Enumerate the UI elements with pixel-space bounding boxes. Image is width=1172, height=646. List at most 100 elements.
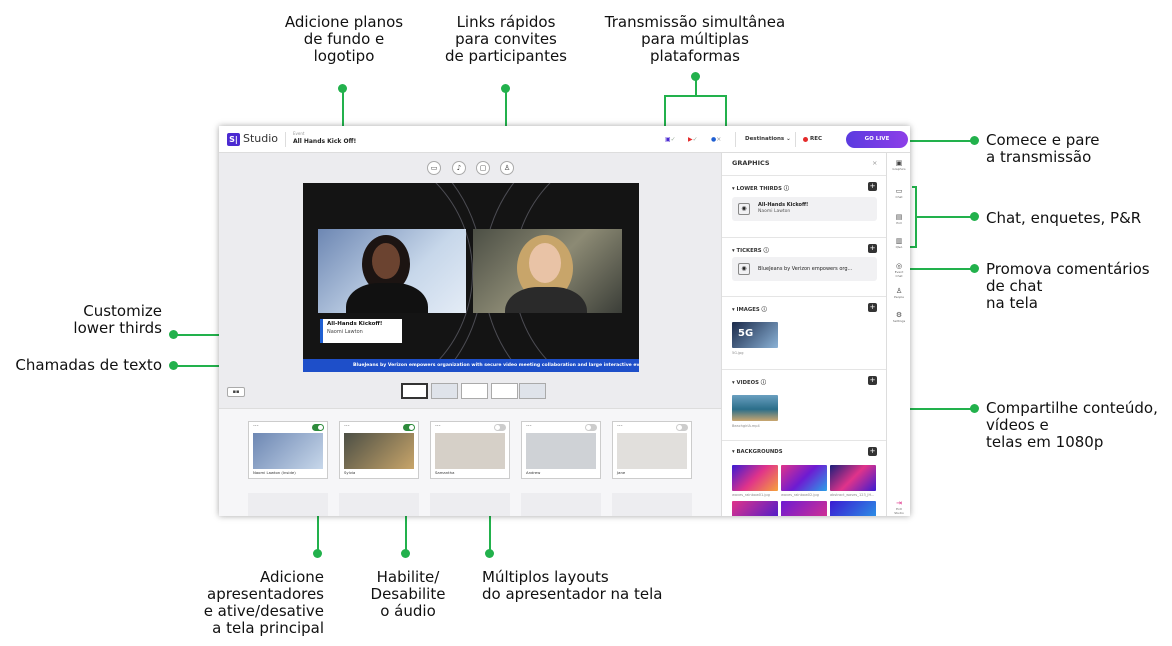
- rec-button[interactable]: REC: [810, 136, 822, 142]
- platform-facebook-icon[interactable]: ●×: [711, 136, 721, 143]
- add-ticker-button[interactable]: +: [868, 244, 877, 253]
- layout-full[interactable]: [519, 383, 546, 399]
- rail-chat[interactable]: ▭ Chat: [891, 187, 907, 199]
- add-image-button[interactable]: +: [868, 303, 877, 312]
- rail-qa[interactable]: ▥ Q&A: [891, 237, 907, 249]
- rail-label: Chat: [895, 195, 903, 199]
- ticker-card[interactable]: ◉ BlueJeans by Verizon empowers org...: [732, 257, 877, 281]
- presenter-tile[interactable]: ··· Naomi Lawton (Inside): [248, 421, 328, 479]
- section-label: IMAGES: [736, 307, 760, 313]
- main-screen-toggle[interactable]: [403, 424, 415, 431]
- layout-pip[interactable]: [491, 383, 518, 399]
- presenter-tile[interactable]: ··· Andrew: [521, 421, 601, 479]
- background-thumbnail[interactable]: [781, 465, 827, 491]
- presenter-tile[interactable]: ··· Sylvia: [339, 421, 419, 479]
- connector-dot: [970, 136, 979, 145]
- background-thumbnail[interactable]: [732, 501, 778, 516]
- screen-share-icon[interactable]: ▢: [476, 161, 490, 175]
- add-video-button[interactable]: +: [868, 376, 877, 385]
- stage-view-toggle-icon[interactable]: ▪▪: [227, 387, 245, 397]
- background-thumbnail[interactable]: [830, 465, 876, 491]
- top-bar: S| Studio Event All Hands Kick Off! ▣✓ ▶…: [219, 126, 910, 153]
- connector-dot: [401, 549, 410, 558]
- presenter-tile-video: [344, 433, 414, 469]
- presenter-video-2: [473, 229, 622, 313]
- empty-slot: [339, 493, 419, 516]
- main-screen-toggle[interactable]: [494, 424, 506, 431]
- lower-third-overlay: All-Hands Kickoff! Naomi Lawton: [320, 319, 402, 343]
- right-rail: ▣ Graphics ▭ Chat ▤ Poll ▥ Q&A ◎ Event Chat ♙…: [886, 153, 910, 516]
- presenter-tile-video: [435, 433, 505, 469]
- background-thumbnail[interactable]: [830, 501, 876, 516]
- eye-icon[interactable]: ◉: [738, 263, 750, 275]
- rail-label: Poll: [896, 221, 902, 225]
- close-icon[interactable]: ×: [872, 159, 877, 167]
- section-title: ▾ BACKGROUNDS: [732, 449, 783, 455]
- presenter-tile[interactable]: ··· Samantha: [430, 421, 510, 479]
- event-chat-icon: ◎: [895, 262, 903, 270]
- section-label: TICKERS: [736, 248, 762, 254]
- destinations-dropdown[interactable]: Destinations ⌄: [745, 136, 791, 142]
- rail-label: People: [894, 295, 904, 299]
- layout-single[interactable]: [461, 383, 488, 399]
- microphone-icon[interactable]: ♪: [452, 161, 466, 175]
- rail-event-chat[interactable]: ◎ Event Chat: [891, 262, 907, 278]
- presenters-tray: ··· Naomi Lawton (Inside) ··· Sylvia ···…: [219, 408, 721, 516]
- presenter-name: Naomi Lawton (Inside): [253, 470, 296, 475]
- presenter-1-face: [372, 243, 400, 279]
- section-label: BACKGROUNDS: [736, 449, 783, 455]
- callout-add-presenters: Adicione apresentadores e ative/desative…: [203, 568, 324, 637]
- rail-exit-studio[interactable]: ⇥ Exit Studio: [891, 499, 907, 515]
- videos-section: ▾ VIDEOS ⓘ + BeachgirlA.mp4: [722, 369, 886, 433]
- empty-slot: [248, 493, 328, 516]
- add-lower-third-button[interactable]: +: [868, 182, 877, 191]
- layout-split[interactable]: [431, 383, 458, 399]
- background-thumbnail[interactable]: [732, 465, 778, 491]
- graphics-panel: GRAPHICS × ▾ LOWER THIRDS ⓘ + ◉ All-Hand…: [721, 153, 886, 516]
- callout-layouts: Múltiplos layouts do apresentador na tel…: [482, 568, 663, 603]
- lower-third-card[interactable]: ◉ All-Hands Kickoff! Naomi Lawton: [732, 197, 877, 221]
- more-options-icon[interactable]: ···: [344, 423, 350, 430]
- callout-quick-links: Links rápidos para convites de participa…: [444, 13, 567, 65]
- rail-poll[interactable]: ▤ Poll: [891, 213, 907, 225]
- more-options-icon[interactable]: ···: [617, 423, 623, 430]
- main-screen-toggle[interactable]: [312, 424, 324, 431]
- image-thumbnail[interactable]: 5G: [732, 322, 778, 348]
- event-label: Event: [293, 131, 305, 136]
- presenter-tile-video: [526, 433, 596, 469]
- section-title: ▾ VIDEOS ⓘ: [732, 380, 767, 386]
- eye-icon[interactable]: ◉: [738, 203, 750, 215]
- more-options-icon[interactable]: ···: [253, 423, 259, 430]
- rail-label: Graphics: [892, 167, 906, 171]
- rail-people[interactable]: ♙ People: [891, 287, 907, 299]
- platform-studio-icon[interactable]: ▣✓: [665, 136, 676, 143]
- connector-dot: [970, 264, 979, 273]
- connector-dot: [313, 549, 322, 558]
- video-thumbnail[interactable]: [732, 395, 778, 421]
- callout-text-callouts: Chamadas de texto: [15, 356, 162, 374]
- rail-label: Event Chat: [894, 270, 904, 278]
- go-live-button[interactable]: GO LIVE: [846, 131, 908, 148]
- add-background-button[interactable]: +: [868, 447, 877, 456]
- panel-title: GRAPHICS: [732, 159, 770, 167]
- rail-graphics[interactable]: ▣ Graphics: [891, 159, 907, 171]
- callout-lower-thirds: Customize lower thirds: [73, 302, 162, 337]
- rail-settings[interactable]: ⚙ Settings: [891, 311, 907, 323]
- platform-youtube-icon[interactable]: ▶✓: [688, 136, 698, 143]
- callout-chat-polls: Chat, enquetes, P&R: [986, 209, 1142, 227]
- main-screen-toggle[interactable]: [585, 424, 597, 431]
- main-screen-toggle[interactable]: [676, 424, 688, 431]
- presenter-tile[interactable]: ··· Jane: [612, 421, 692, 479]
- background-thumbnail[interactable]: [781, 501, 827, 516]
- more-options-icon[interactable]: ···: [435, 423, 441, 430]
- camera-icon[interactable]: ▭: [427, 161, 441, 175]
- layout-side-by-side[interactable]: [401, 383, 428, 399]
- stage-canvas: All-Hands Kickoff! Naomi Lawton BlueJean…: [303, 183, 639, 372]
- more-options-icon[interactable]: ···: [526, 423, 532, 430]
- callout-simulcast: Transmissão simultânea para múltiplas pl…: [604, 13, 786, 65]
- qa-icon: ▥: [895, 237, 903, 245]
- invite-participants-icon[interactable]: ♙: [500, 161, 514, 175]
- image-caption: 5G.jpg: [732, 351, 744, 355]
- tickers-section: ▾ TICKERS ⓘ + ◉ BlueJeans by Verizon emp…: [722, 237, 886, 287]
- empty-slot: [521, 493, 601, 516]
